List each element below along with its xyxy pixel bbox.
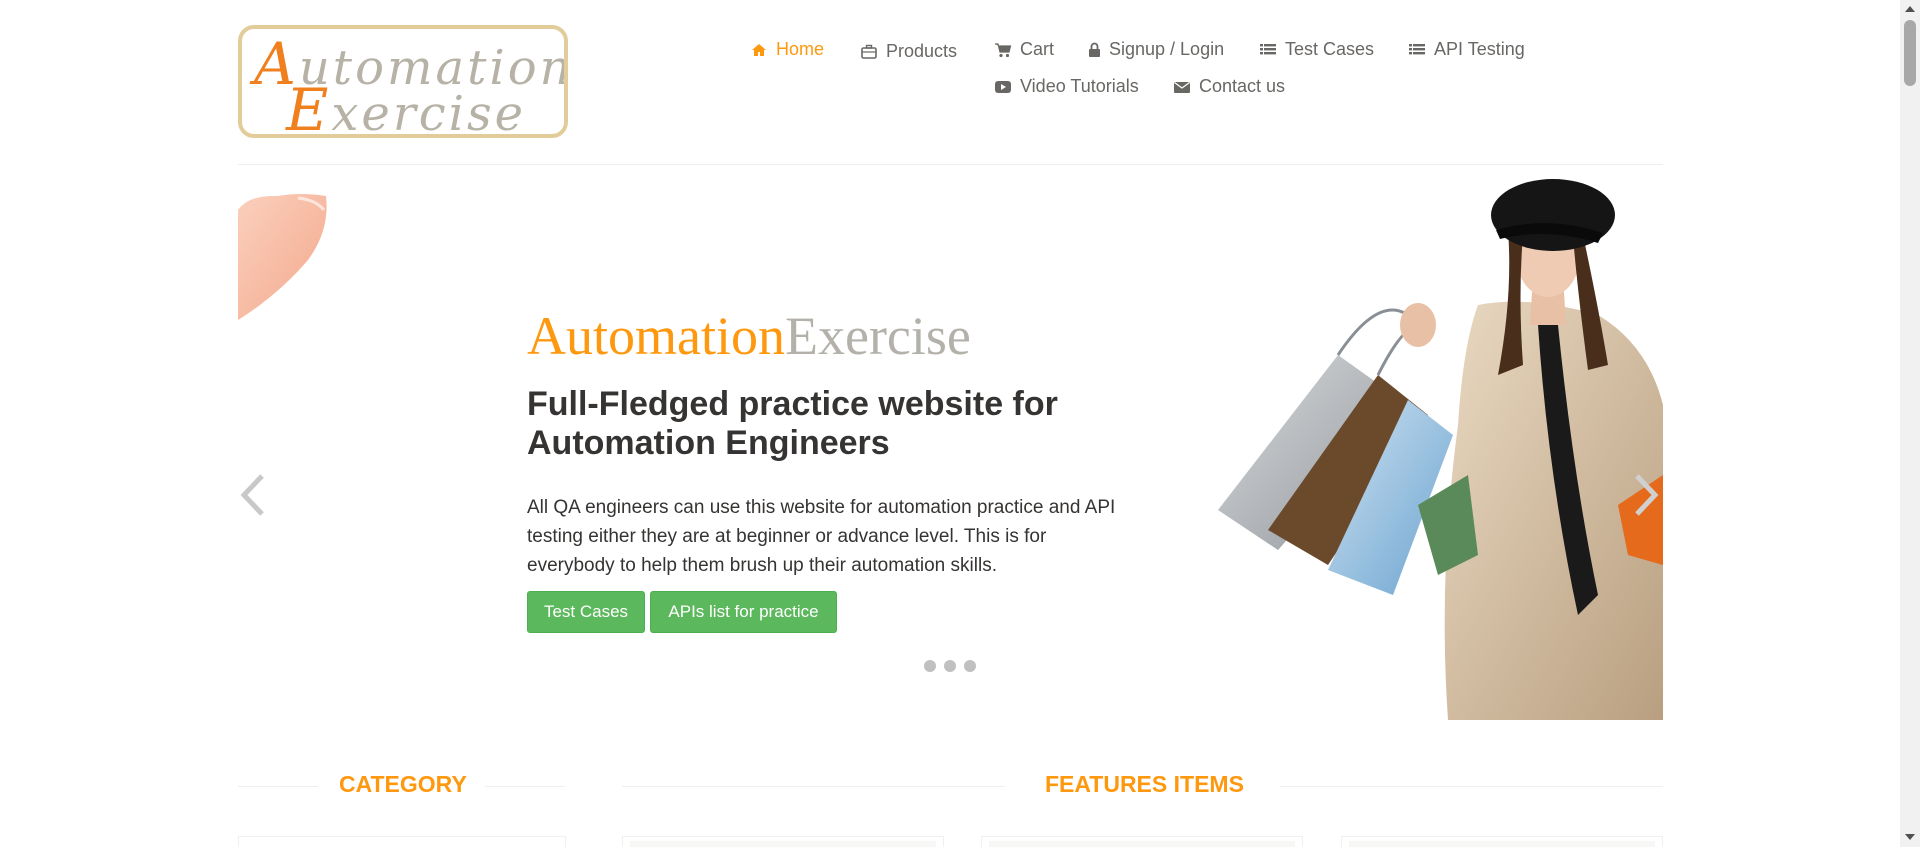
nav-home-label: Home [776,39,825,59]
chevron-right-icon [1635,474,1659,516]
nav-signup-login[interactable]: Signup / Login [1088,39,1224,60]
scroll-up-arrow-icon[interactable] [1905,6,1915,12]
slider-description: All QA engineers can use this website fo… [527,497,1116,576]
product-card-3-inner [1349,841,1655,847]
nav-contact-us[interactable]: Contact us [1173,76,1285,97]
envelope-icon [1173,78,1191,96]
youtube-play-icon [994,78,1012,96]
slider-brand: AutomationExercise [527,309,971,363]
main-nav: Home Products Cart Signup / Login Test C… [0,0,1920,140]
slider-headline: Full-Fledged practice website for Automa… [527,385,1058,462]
carousel-indicator-3[interactable] [964,660,976,672]
nav-contact-label: Contact us [1199,76,1286,96]
nav-test-cases[interactable]: Test Cases [1259,39,1374,60]
product-card-1-inner [630,841,936,847]
nav-home[interactable]: Home [750,39,824,60]
category-panel [238,836,566,847]
brand-part-exercise: Exercise [784,306,971,366]
features-title: FEATURES ITEMS [1045,771,1244,797]
features-line-right [1280,786,1663,787]
list-icon [1259,41,1277,59]
category-line-right [485,786,565,787]
nav-video-tutorials[interactable]: Video Tutorials [994,76,1139,97]
chevron-left-icon [240,474,264,516]
category-line-left [238,786,318,787]
page-scrollbar[interactable] [1900,0,1920,847]
hero-slider: AutomationExercise Full-Fledged practice… [238,175,1663,720]
list-icon [1408,41,1426,59]
nav-cart[interactable]: Cart [994,39,1054,60]
carousel-indicators [924,660,976,672]
product-card-2-inner [989,841,1295,847]
cart-icon [994,41,1012,59]
category-title: CATEGORY [339,771,467,797]
scrollbar-thumb[interactable] [1904,20,1916,86]
nav-test-cases-label: Test Cases [1285,39,1375,59]
nav-api-testing[interactable]: API Testing [1408,39,1525,60]
test-cases-button[interactable]: Test Cases [527,591,645,633]
nav-products[interactable]: Products [860,41,957,62]
slider-next-arrow[interactable] [1631,470,1661,520]
hand-image-fragment [238,194,327,320]
features-line-left [622,786,1005,787]
brand-part-automation: Automation [527,306,785,366]
nav-cart-label: Cart [1020,39,1055,59]
apis-list-button[interactable]: APIs list for practice [650,591,837,633]
nav-signup-label: Signup / Login [1109,39,1225,59]
nav-video-label: Video Tutorials [1020,76,1139,96]
header-divider [238,164,1663,165]
home-icon [750,41,768,59]
shopping-girl-image [1218,179,1663,720]
nav-api-testing-label: API Testing [1434,39,1525,59]
carousel-indicator-2[interactable] [944,660,956,672]
nav-products-label: Products [886,41,958,61]
slider-prev-arrow[interactable] [238,470,268,520]
carousel-indicator-1[interactable] [924,660,936,672]
briefcase-icon [860,43,878,61]
scroll-down-arrow-icon[interactable] [1905,834,1915,840]
lock-icon [1088,41,1101,59]
